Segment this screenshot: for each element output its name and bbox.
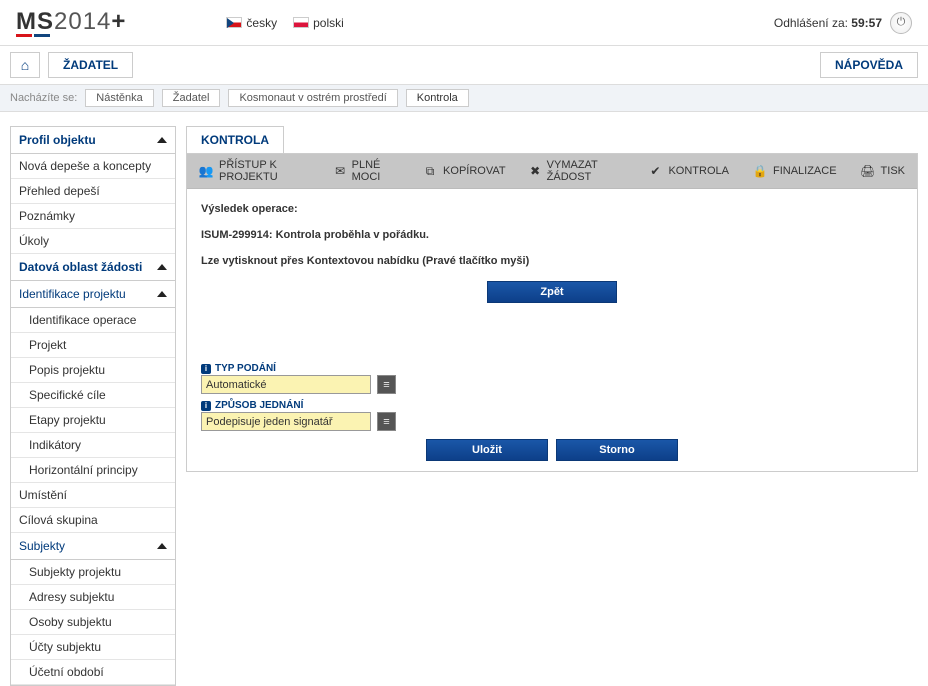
action-finalizace[interactable]: 🔒FINALIZACE: [741, 154, 849, 188]
chevron-up-icon: [157, 543, 167, 549]
flag-pl-icon: [293, 17, 309, 28]
sidebar-item-popis[interactable]: Popis projektu: [11, 358, 175, 383]
sidebar-item-nova-deepse[interactable]: Nová depeše a koncepty: [11, 154, 175, 179]
list-icon: ≡: [383, 379, 389, 391]
sidebar-item-horizontal[interactable]: Horizontální principy: [11, 458, 175, 483]
storno-button[interactable]: Storno: [556, 439, 678, 461]
lang-cs-label: česky: [246, 16, 277, 30]
result-print-hint: Lze vytisknout přes Kontextovou nabídku …: [201, 255, 903, 267]
breadcrumb-item-2[interactable]: Kosmonaut v ostrém prostředí: [228, 89, 397, 107]
action-vymazat[interactable]: ✖VYMAZAT ŽÁDOST: [518, 154, 637, 188]
action-kopirovat[interactable]: ⧉KOPÍROVAT: [411, 154, 518, 188]
breadcrumb: Nacházíte se: Nástěnka Žadatel Kosmonaut…: [0, 85, 928, 112]
sidebar-item-subjekty-projektu[interactable]: Subjekty projektu: [11, 560, 175, 585]
help-button[interactable]: NÁPOVĚDA: [820, 52, 918, 78]
result-message: ISUM-299914: Kontrola proběhla v pořádku…: [201, 229, 903, 241]
action-kontrola[interactable]: ✔KONTROLA: [636, 154, 741, 188]
sidebar-item-etapy[interactable]: Etapy projektu: [11, 408, 175, 433]
delete-icon: ✖: [530, 164, 541, 178]
home-icon: ⌂: [21, 57, 29, 73]
zpusob-jednani-input[interactable]: [201, 412, 371, 431]
info-icon: i: [201, 364, 211, 374]
save-button[interactable]: Uložit: [426, 439, 548, 461]
lock-icon: 🔒: [753, 164, 767, 178]
home-button[interactable]: ⌂: [10, 52, 40, 78]
action-tisk[interactable]: 🖨TISK: [849, 154, 917, 188]
sidebar-item-prehled[interactable]: Přehled depeší: [11, 179, 175, 204]
check-icon: ✔: [648, 164, 662, 178]
sidebar-item-projekt[interactable]: Projekt: [11, 333, 175, 358]
action-plnemoci[interactable]: ✉PLNÉ MOCI: [323, 154, 411, 188]
logout-timer: Odhlášení za: 59:57: [774, 16, 882, 30]
sidebar-ident-header[interactable]: Identifikace projektu: [11, 281, 175, 308]
sidebar-item-umisteni[interactable]: Umístění: [11, 483, 175, 508]
sidebar-item-indikatory[interactable]: Indikátory: [11, 433, 175, 458]
info-icon: i: [201, 401, 211, 411]
sidebar-datova-header[interactable]: Datová oblast žádosti: [11, 254, 175, 281]
zpusob-jednani-picker[interactable]: ≡: [377, 412, 396, 431]
logo-prefix: MS: [16, 8, 54, 35]
breadcrumb-item-1[interactable]: Žadatel: [162, 89, 221, 107]
breadcrumb-item-0[interactable]: Nástěnka: [85, 89, 153, 107]
sidebar-item-cilova[interactable]: Cílová skupina: [11, 508, 175, 533]
action-bar: 👥PŘÍSTUP K PROJEKTU ✉PLNÉ MOCI ⧉KOPÍROVA…: [187, 154, 917, 189]
sidebar-item-spec-cile[interactable]: Specifické cíle: [11, 383, 175, 408]
sidebar-item-ucetni-obdobi[interactable]: Účetní období: [11, 660, 175, 685]
main-area: Profil objektu Nová depeše a koncepty Př…: [0, 112, 928, 686]
logout-button[interactable]: ⏻: [890, 12, 912, 34]
tab-kontrola[interactable]: KONTROLA: [186, 126, 284, 153]
back-button[interactable]: Zpět: [487, 281, 617, 303]
breadcrumb-item-3[interactable]: Kontrola: [406, 89, 469, 107]
sidebar-item-ukoly[interactable]: Úkoly: [11, 229, 175, 254]
main-toolbar: ⌂ ŽADATEL NÁPOVĚDA: [0, 46, 928, 85]
action-pristup[interactable]: 👥PŘÍSTUP K PROJEKTU: [187, 154, 323, 188]
mail-icon: ✉: [335, 164, 346, 178]
sidebar-item-poznamky[interactable]: Poznámky: [11, 204, 175, 229]
copy-icon: ⧉: [423, 164, 437, 178]
breadcrumb-label: Nacházíte se:: [10, 92, 77, 104]
lang-cs[interactable]: česky: [226, 16, 277, 30]
logo-year: 2014: [54, 8, 111, 35]
zpusob-jednani-label: iZPŮSOB JEDNÁNÍ: [201, 400, 903, 411]
sidebar-subjekty-header[interactable]: Subjekty: [11, 533, 175, 560]
chevron-up-icon: [157, 264, 167, 270]
logo-suffix: +: [111, 8, 126, 35]
typ-podani-label: iTYP PODÁNÍ: [201, 363, 903, 374]
chevron-up-icon: [157, 137, 167, 143]
logo: MS2014+: [16, 8, 126, 37]
list-icon: ≡: [383, 416, 389, 428]
content-panel: KONTROLA 👥PŘÍSTUP K PROJEKTU ✉PLNÉ MOCI …: [186, 126, 918, 472]
language-switcher: česky polski: [226, 16, 343, 30]
typ-podani-picker[interactable]: ≡: [377, 375, 396, 394]
sidebar-profil-header[interactable]: Profil objektu: [11, 127, 175, 154]
people-icon: 👥: [199, 164, 213, 178]
app-header: MS2014+ česky polski Odhlášení za: 59:57…: [0, 0, 928, 46]
sidebar: Profil objektu Nová depeše a koncepty Př…: [10, 126, 176, 686]
result-title: Výsledek operace:: [201, 203, 903, 215]
lang-pl-label: polski: [313, 16, 344, 30]
sidebar-item-ident-operace[interactable]: Identifikace operace: [11, 308, 175, 333]
flag-cz-icon: [226, 17, 242, 28]
zadatel-button[interactable]: ŽADATEL: [48, 52, 133, 78]
logout-time: 59:57: [851, 16, 882, 30]
typ-podani-input[interactable]: [201, 375, 371, 394]
sidebar-item-ucty[interactable]: Účty subjektu: [11, 635, 175, 660]
print-icon: 🖨: [861, 164, 875, 178]
chevron-up-icon: [157, 291, 167, 297]
lang-pl[interactable]: polski: [293, 16, 344, 30]
logout-prefix: Odhlášení za:: [774, 16, 848, 30]
sidebar-item-osoby[interactable]: Osoby subjektu: [11, 610, 175, 635]
